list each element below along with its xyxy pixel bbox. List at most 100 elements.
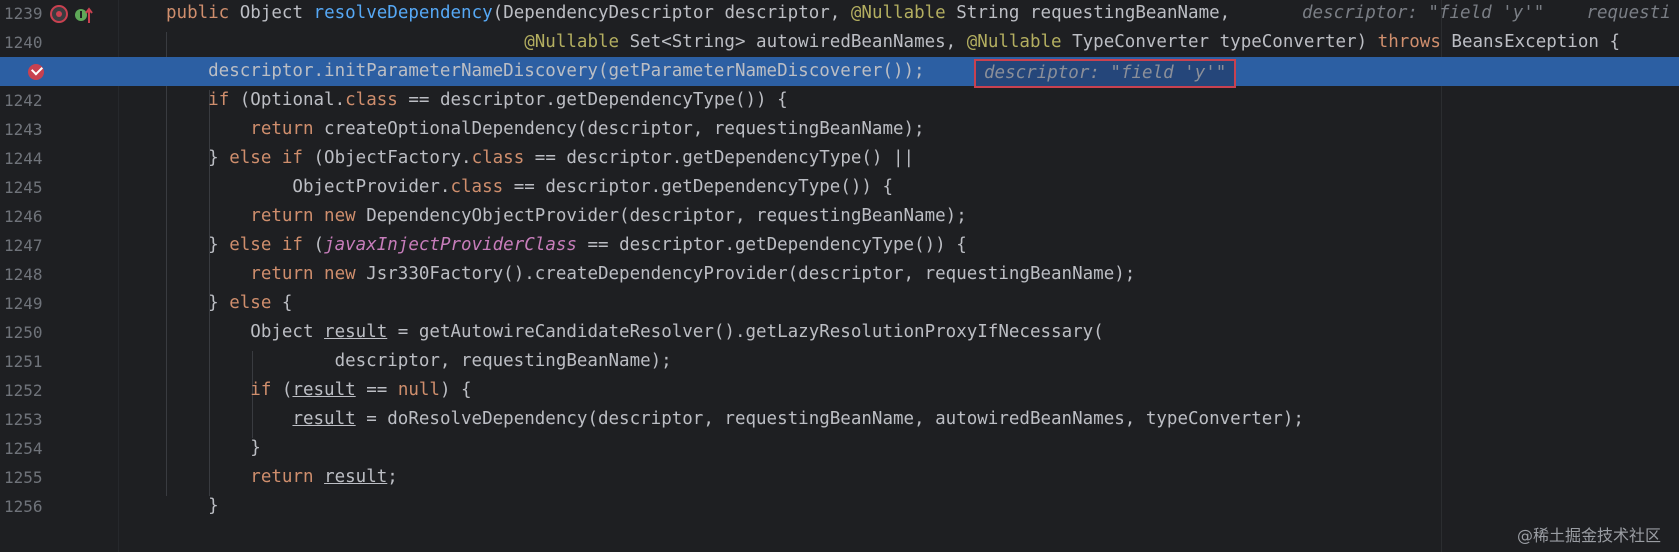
line-number: 1244 [4, 149, 43, 168]
code-line[interactable]: 1251 descriptor, requestingBeanName); [0, 347, 1679, 376]
code-text: if (result == null) { [166, 376, 472, 405]
code-token: null [397, 380, 440, 400]
code-line[interactable]: 1246 return new DependencyObjectProvider… [0, 202, 1679, 231]
code-line[interactable]: 1256 } [0, 492, 1679, 521]
line-number: 1255 [4, 468, 43, 487]
code-token: return new [250, 206, 356, 226]
code-token: ( [271, 380, 293, 400]
code-line[interactable]: 1244 } else if (ObjectFactory.class == d… [0, 144, 1679, 173]
code-line[interactable]: 1239 public Object resolveDependency(Depe… [0, 0, 1679, 28]
code-token: ObjectProvider. [166, 177, 451, 197]
code-token: public [166, 3, 240, 23]
line-number: 1245 [4, 178, 43, 197]
code-token: if [208, 90, 230, 110]
code-line[interactable]: 1241 descriptor.initParameterNameDiscove… [0, 57, 1679, 88]
code-line[interactable]: 1247 } else if (javaxInjectProviderClass… [0, 231, 1679, 260]
line-number: 1250 [4, 323, 43, 342]
code-token: descriptor, requestingBeanName); [166, 351, 672, 371]
code-line[interactable]: 1243 return createOptionalDependency(des… [0, 115, 1679, 144]
code-token: == descriptor.getDependencyType()) { [397, 90, 788, 110]
code-token: throws [1377, 32, 1441, 52]
code-text: descriptor, requestingBeanName); [166, 347, 672, 376]
code-line[interactable]: 1250 Object result = getAutowireCandidat… [0, 318, 1679, 347]
code-text: @Nullable Set<String> autowiredBeanNames… [166, 28, 1620, 57]
line-number: 1256 [4, 497, 43, 516]
code-line[interactable]: 1249 } else { [0, 289, 1679, 318]
code-token: Object [166, 322, 325, 342]
code-token: @Nullable [966, 32, 1062, 52]
code-token: (ObjectFactory. [302, 148, 472, 168]
code-text: return new DependencyObjectProvider(desc… [166, 202, 966, 231]
code-token: } [166, 293, 230, 313]
line-number: 1247 [4, 236, 43, 255]
breakpoint-icon[interactable] [28, 64, 44, 80]
code-token: class [471, 148, 525, 168]
code-token: javaxInjectProviderClass [324, 235, 577, 255]
line-number: 1251 [4, 352, 43, 371]
code-token: == descriptor.getDependencyType() || [524, 148, 915, 168]
code-line[interactable]: 1240 @Nullable Set<String> autowiredBean… [0, 28, 1679, 57]
code-text: public Object resolveDependency(Dependen… [166, 0, 1230, 28]
code-line[interactable]: 1248 return new Jsr330Factory().createDe… [0, 260, 1679, 289]
code-token: class [345, 90, 398, 110]
code-text: if (Optional.class == descriptor.getDepe… [166, 86, 788, 115]
code-line[interactable]: 1255 return result; [0, 463, 1679, 492]
code-token: BeansException { [1440, 32, 1620, 52]
code-line[interactable]: 1254 } [0, 434, 1679, 463]
inline-debug-value-highlighted: descriptor: "field 'y'" [974, 59, 1237, 88]
code-line[interactable]: 1253 result = doResolveDependency(descri… [0, 405, 1679, 434]
implements-method-icon[interactable] [74, 5, 96, 27]
code-token: return [250, 467, 314, 487]
code-text: result = doResolveDependency(descriptor,… [166, 405, 1304, 434]
code-token: return [250, 119, 314, 139]
code-token: else if [229, 235, 303, 255]
code-token: result [292, 380, 356, 400]
code-text: return createOptionalDependency(descript… [166, 115, 924, 144]
breakpoint-overridden-icon[interactable] [48, 3, 72, 27]
code-token: class [450, 177, 504, 197]
code-text: } [166, 434, 261, 463]
code-line[interactable]: 1245 ObjectProvider.class == descriptor.… [0, 173, 1679, 202]
code-token: resolveDependency [313, 3, 493, 23]
code-token: { [271, 293, 293, 313]
code-token: Jsr330Factory().createDependencyProvider… [355, 264, 1136, 284]
code-token: = getAutowireCandidateResolver().getLazy… [387, 322, 1104, 342]
code-line[interactable]: 1252 if (result == null) { [0, 376, 1679, 405]
code-text: } [166, 492, 219, 521]
code-text: } else if (javaxInjectProviderClass == d… [166, 231, 967, 260]
code-text: return result; [166, 463, 398, 492]
line-number: 1248 [4, 265, 43, 284]
watermark: @稀土掘金技术社区 [1516, 526, 1661, 545]
line-number: 1243 [4, 120, 43, 139]
code-token: ) { [439, 380, 472, 400]
code-text: } else { [166, 289, 292, 318]
code-token: Object [239, 3, 314, 23]
code-text: Object result = getAutowireCandidateReso… [166, 318, 1104, 347]
line-number: 1240 [4, 33, 43, 52]
code-token: String requestingBeanName, [945, 3, 1231, 23]
line-number: 1249 [4, 294, 43, 313]
code-token: = doResolveDependency(descriptor, reques… [355, 409, 1304, 429]
code-token: return new [250, 264, 356, 284]
code-text: } else if (ObjectFactory.class == descri… [166, 144, 914, 173]
code-line[interactable]: 1242 if (Optional.class == descriptor.ge… [0, 86, 1679, 115]
code-token: TypeConverter typeConverter) [1061, 32, 1378, 52]
code-editor[interactable]: 1239 public Object resolveDependency(Depe… [0, 0, 1679, 552]
code-token: == descriptor.getDependencyType()) { [503, 177, 893, 197]
code-text: descriptor.initParameterNameDiscovery(ge… [166, 57, 924, 86]
code-token: ; [387, 467, 398, 487]
line-number: 1246 [4, 207, 43, 226]
code-token: == descriptor.getDependencyType()) { [576, 235, 967, 255]
code-token: else [229, 293, 272, 313]
code-token: result [292, 409, 356, 429]
line-number: 1252 [4, 381, 43, 400]
